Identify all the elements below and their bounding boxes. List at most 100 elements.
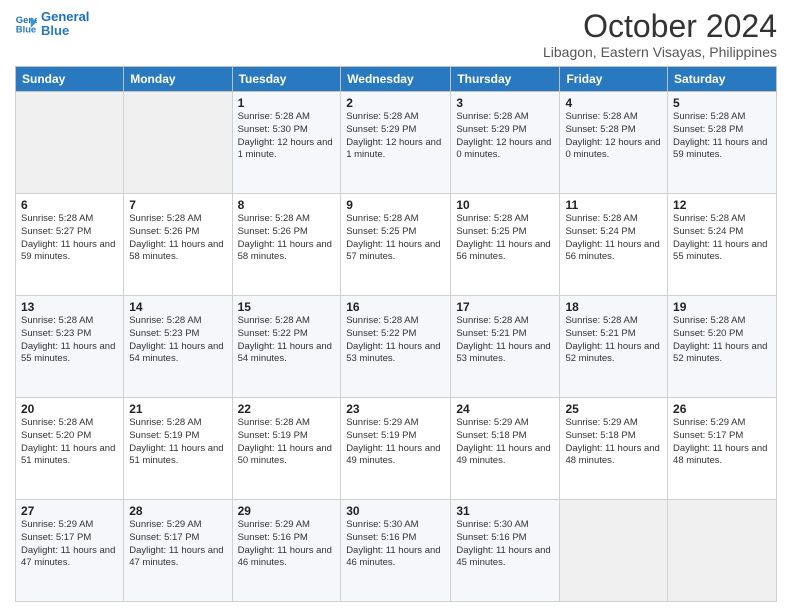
calendar-cell: 30Sunrise: 5:30 AM Sunset: 5:16 PM Dayli…: [341, 500, 451, 602]
day-number: 15: [238, 300, 336, 314]
day-info: Sunrise: 5:28 AM Sunset: 5:22 PM Dayligh…: [238, 315, 336, 366]
weekday-header: Thursday: [451, 67, 560, 92]
day-number: 12: [673, 198, 771, 212]
logo-icon: General Blue: [15, 13, 37, 35]
calendar-cell: 5Sunrise: 5:28 AM Sunset: 5:28 PM Daylig…: [668, 92, 777, 194]
day-number: 16: [346, 300, 445, 314]
day-number: 20: [21, 402, 118, 416]
day-info: Sunrise: 5:28 AM Sunset: 5:26 PM Dayligh…: [238, 213, 336, 264]
day-number: 24: [456, 402, 554, 416]
day-number: 30: [346, 504, 445, 518]
day-number: 31: [456, 504, 554, 518]
day-number: 27: [21, 504, 118, 518]
day-number: 13: [21, 300, 118, 314]
calendar-cell: 2Sunrise: 5:28 AM Sunset: 5:29 PM Daylig…: [341, 92, 451, 194]
weekday-header: Sunday: [16, 67, 124, 92]
calendar-cell: 21Sunrise: 5:28 AM Sunset: 5:19 PM Dayli…: [124, 398, 232, 500]
logo-line1: General: [41, 10, 89, 24]
logo-line2: Blue: [41, 24, 89, 38]
day-info: Sunrise: 5:28 AM Sunset: 5:23 PM Dayligh…: [21, 315, 118, 366]
calendar-cell: 4Sunrise: 5:28 AM Sunset: 5:28 PM Daylig…: [560, 92, 668, 194]
calendar-cell: 11Sunrise: 5:28 AM Sunset: 5:24 PM Dayli…: [560, 194, 668, 296]
calendar-cell: 23Sunrise: 5:29 AM Sunset: 5:19 PM Dayli…: [341, 398, 451, 500]
calendar-cell: 29Sunrise: 5:29 AM Sunset: 5:16 PM Dayli…: [232, 500, 341, 602]
day-info: Sunrise: 5:28 AM Sunset: 5:25 PM Dayligh…: [456, 213, 554, 264]
day-number: 17: [456, 300, 554, 314]
calendar-cell: [16, 92, 124, 194]
weekday-header: Monday: [124, 67, 232, 92]
header: General Blue General Blue October 2024 L…: [15, 10, 777, 60]
calendar-cell: 26Sunrise: 5:29 AM Sunset: 5:17 PM Dayli…: [668, 398, 777, 500]
day-info: Sunrise: 5:28 AM Sunset: 5:20 PM Dayligh…: [673, 315, 771, 366]
day-number: 19: [673, 300, 771, 314]
day-info: Sunrise: 5:29 AM Sunset: 5:17 PM Dayligh…: [673, 417, 771, 468]
day-number: 21: [129, 402, 226, 416]
day-number: 22: [238, 402, 336, 416]
weekday-header: Saturday: [668, 67, 777, 92]
day-info: Sunrise: 5:29 AM Sunset: 5:18 PM Dayligh…: [565, 417, 662, 468]
day-number: 29: [238, 504, 336, 518]
title-block: October 2024 Libagon, Eastern Visayas, P…: [543, 10, 777, 60]
calendar-cell: 27Sunrise: 5:29 AM Sunset: 5:17 PM Dayli…: [16, 500, 124, 602]
day-info: Sunrise: 5:28 AM Sunset: 5:29 PM Dayligh…: [456, 111, 554, 162]
day-number: 9: [346, 198, 445, 212]
calendar-cell: 28Sunrise: 5:29 AM Sunset: 5:17 PM Dayli…: [124, 500, 232, 602]
month-title: October 2024: [543, 10, 777, 42]
location-title: Libagon, Eastern Visayas, Philippines: [543, 44, 777, 60]
calendar-cell: 24Sunrise: 5:29 AM Sunset: 5:18 PM Dayli…: [451, 398, 560, 500]
weekday-header: Friday: [560, 67, 668, 92]
day-info: Sunrise: 5:29 AM Sunset: 5:17 PM Dayligh…: [21, 519, 118, 570]
calendar-cell: 7Sunrise: 5:28 AM Sunset: 5:26 PM Daylig…: [124, 194, 232, 296]
logo: General Blue General Blue: [15, 10, 89, 39]
day-number: 7: [129, 198, 226, 212]
day-info: Sunrise: 5:28 AM Sunset: 5:20 PM Dayligh…: [21, 417, 118, 468]
calendar-cell: 22Sunrise: 5:28 AM Sunset: 5:19 PM Dayli…: [232, 398, 341, 500]
calendar-cell: 6Sunrise: 5:28 AM Sunset: 5:27 PM Daylig…: [16, 194, 124, 296]
calendar-cell: [560, 500, 668, 602]
day-info: Sunrise: 5:28 AM Sunset: 5:28 PM Dayligh…: [673, 111, 771, 162]
calendar-cell: 13Sunrise: 5:28 AM Sunset: 5:23 PM Dayli…: [16, 296, 124, 398]
day-info: Sunrise: 5:28 AM Sunset: 5:30 PM Dayligh…: [238, 111, 336, 162]
calendar-cell: 12Sunrise: 5:28 AM Sunset: 5:24 PM Dayli…: [668, 194, 777, 296]
calendar-cell: 1Sunrise: 5:28 AM Sunset: 5:30 PM Daylig…: [232, 92, 341, 194]
day-info: Sunrise: 5:28 AM Sunset: 5:27 PM Dayligh…: [21, 213, 118, 264]
calendar-cell: 16Sunrise: 5:28 AM Sunset: 5:22 PM Dayli…: [341, 296, 451, 398]
day-number: 1: [238, 96, 336, 110]
day-number: 10: [456, 198, 554, 212]
calendar-cell: 9Sunrise: 5:28 AM Sunset: 5:25 PM Daylig…: [341, 194, 451, 296]
calendar-cell: [668, 500, 777, 602]
day-info: Sunrise: 5:28 AM Sunset: 5:25 PM Dayligh…: [346, 213, 445, 264]
calendar-cell: 14Sunrise: 5:28 AM Sunset: 5:23 PM Dayli…: [124, 296, 232, 398]
day-number: 5: [673, 96, 771, 110]
day-number: 25: [565, 402, 662, 416]
calendar-cell: 3Sunrise: 5:28 AM Sunset: 5:29 PM Daylig…: [451, 92, 560, 194]
weekday-header: Wednesday: [341, 67, 451, 92]
day-number: 4: [565, 96, 662, 110]
day-number: 3: [456, 96, 554, 110]
day-number: 2: [346, 96, 445, 110]
calendar-cell: 15Sunrise: 5:28 AM Sunset: 5:22 PM Dayli…: [232, 296, 341, 398]
calendar-cell: 10Sunrise: 5:28 AM Sunset: 5:25 PM Dayli…: [451, 194, 560, 296]
day-info: Sunrise: 5:29 AM Sunset: 5:19 PM Dayligh…: [346, 417, 445, 468]
calendar-cell: 8Sunrise: 5:28 AM Sunset: 5:26 PM Daylig…: [232, 194, 341, 296]
day-number: 18: [565, 300, 662, 314]
calendar-cell: 31Sunrise: 5:30 AM Sunset: 5:16 PM Dayli…: [451, 500, 560, 602]
day-number: 11: [565, 198, 662, 212]
day-info: Sunrise: 5:30 AM Sunset: 5:16 PM Dayligh…: [456, 519, 554, 570]
day-info: Sunrise: 5:28 AM Sunset: 5:23 PM Dayligh…: [129, 315, 226, 366]
day-info: Sunrise: 5:29 AM Sunset: 5:17 PM Dayligh…: [129, 519, 226, 570]
day-info: Sunrise: 5:28 AM Sunset: 5:21 PM Dayligh…: [565, 315, 662, 366]
day-number: 14: [129, 300, 226, 314]
calendar-cell: [124, 92, 232, 194]
day-info: Sunrise: 5:28 AM Sunset: 5:19 PM Dayligh…: [238, 417, 336, 468]
day-number: 8: [238, 198, 336, 212]
day-info: Sunrise: 5:28 AM Sunset: 5:22 PM Dayligh…: [346, 315, 445, 366]
day-info: Sunrise: 5:29 AM Sunset: 5:16 PM Dayligh…: [238, 519, 336, 570]
calendar-cell: 20Sunrise: 5:28 AM Sunset: 5:20 PM Dayli…: [16, 398, 124, 500]
weekday-header: Tuesday: [232, 67, 341, 92]
day-info: Sunrise: 5:28 AM Sunset: 5:28 PM Dayligh…: [565, 111, 662, 162]
day-info: Sunrise: 5:30 AM Sunset: 5:16 PM Dayligh…: [346, 519, 445, 570]
calendar-cell: 19Sunrise: 5:28 AM Sunset: 5:20 PM Dayli…: [668, 296, 777, 398]
day-info: Sunrise: 5:28 AM Sunset: 5:26 PM Dayligh…: [129, 213, 226, 264]
day-info: Sunrise: 5:28 AM Sunset: 5:29 PM Dayligh…: [346, 111, 445, 162]
